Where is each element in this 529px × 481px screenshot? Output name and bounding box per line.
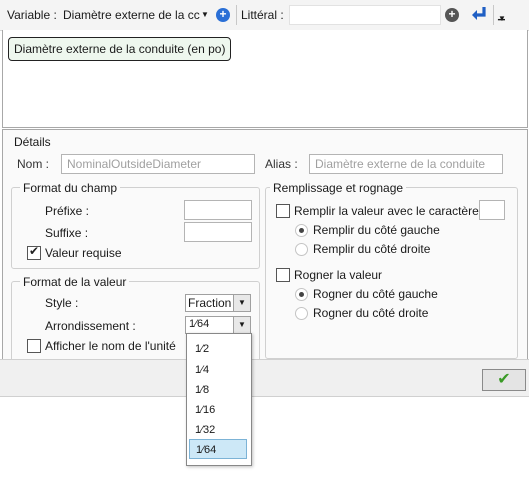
style-dropdown-icon[interactable]: ▼ xyxy=(233,295,250,311)
fill-trim-title: Remplissage et rognage xyxy=(270,181,407,195)
fill-checkbox[interactable] xyxy=(276,204,290,218)
rounding-option[interactable]: 1⁄4 xyxy=(189,360,247,380)
fill-left-label: Remplir du côté gauche xyxy=(313,223,440,237)
suffix-label: Suffixe : xyxy=(45,226,89,240)
rounding-label: Arrondissement : xyxy=(45,319,136,333)
insert-arrow-icon[interactable] xyxy=(468,4,490,26)
variable-dropdown-icon[interactable]: ▼ xyxy=(201,10,209,19)
fill-char-input[interactable] xyxy=(479,200,505,220)
fill-right-radio[interactable] xyxy=(295,243,308,256)
name-field[interactable]: NominalOutsideDiameter xyxy=(61,154,255,174)
rounding-option-selected[interactable]: 1⁄64 xyxy=(189,439,247,459)
required-checkbox[interactable] xyxy=(27,244,41,260)
trim-right-label: Rogner du côté droite xyxy=(313,306,429,320)
alias-field[interactable]: Diamètre externe de la conduite xyxy=(309,154,503,174)
style-select[interactable]: Fraction ▼ xyxy=(185,294,251,312)
variable-value: Diamètre externe de la cc xyxy=(63,8,200,22)
rounding-option[interactable]: 1⁄2 xyxy=(189,339,247,359)
variable-combo[interactable]: Diamètre externe de la cc xyxy=(63,8,203,22)
trim-left-label: Rogner du côté gauche xyxy=(313,287,438,301)
rounding-option[interactable]: 1⁄32 xyxy=(189,420,247,440)
rounding-select[interactable]: 1⁄64 ▼ xyxy=(185,316,251,334)
variable-label: Variable : xyxy=(7,8,57,22)
separator xyxy=(236,5,237,25)
alias-label: Alias : xyxy=(265,157,298,171)
bottom-bar xyxy=(0,359,529,397)
expression-token[interactable]: Diamètre externe de la conduite (en po) xyxy=(8,37,232,61)
alias-placeholder: Diamètre externe de la conduite xyxy=(315,157,486,171)
required-label: Valeur requise xyxy=(45,246,122,260)
name-placeholder: NominalOutsideDiameter xyxy=(67,157,202,171)
show-unit-label: Afficher le nom de l'unité xyxy=(45,339,176,353)
value-format-title: Format de la valeur xyxy=(20,275,130,289)
show-unit-checkbox[interactable] xyxy=(27,339,41,353)
trim-left-radio[interactable] xyxy=(295,288,308,301)
rounding-dropdown-list: 1⁄2 1⁄4 1⁄8 1⁄16 1⁄32 1⁄64 xyxy=(186,333,252,466)
prefix-input[interactable] xyxy=(184,200,252,220)
fill-right-label: Remplir du côté droite xyxy=(313,242,431,256)
rounding-option[interactable]: 1⁄8 xyxy=(189,380,247,400)
trim-checkbox[interactable] xyxy=(276,268,290,282)
fill-left-radio[interactable] xyxy=(295,224,308,237)
separator xyxy=(493,5,494,25)
suffix-input[interactable] xyxy=(184,222,252,242)
details-title: Détails xyxy=(14,135,51,149)
check-icon: ✔ xyxy=(497,371,511,388)
literal-input[interactable] xyxy=(289,5,441,25)
literal-label: Littéral : xyxy=(241,8,284,22)
style-value: Fraction xyxy=(188,296,232,310)
trim-right-radio[interactable] xyxy=(295,307,308,320)
fill-label: Remplir la valeur avec le caractère xyxy=(294,204,479,218)
trim-label: Rogner la valeur xyxy=(294,268,383,282)
menu-caret-icon[interactable]: ▼ xyxy=(498,14,506,23)
style-label: Style : xyxy=(45,296,79,310)
add-literal-icon[interactable]: + xyxy=(445,8,459,22)
add-variable-icon[interactable]: + xyxy=(216,8,230,22)
token-label: Diamètre externe de la conduite (en po) xyxy=(14,42,226,56)
rounding-option[interactable]: 1⁄16 xyxy=(189,400,247,420)
ok-button[interactable]: ✔ xyxy=(482,369,526,391)
field-format-title: Format du champ xyxy=(20,181,121,195)
name-label: Nom : xyxy=(17,157,50,171)
prefix-label: Préfixe : xyxy=(45,204,90,218)
rounding-dropdown-icon[interactable]: ▼ xyxy=(233,317,250,333)
rounding-value: 1⁄64 xyxy=(189,318,210,330)
